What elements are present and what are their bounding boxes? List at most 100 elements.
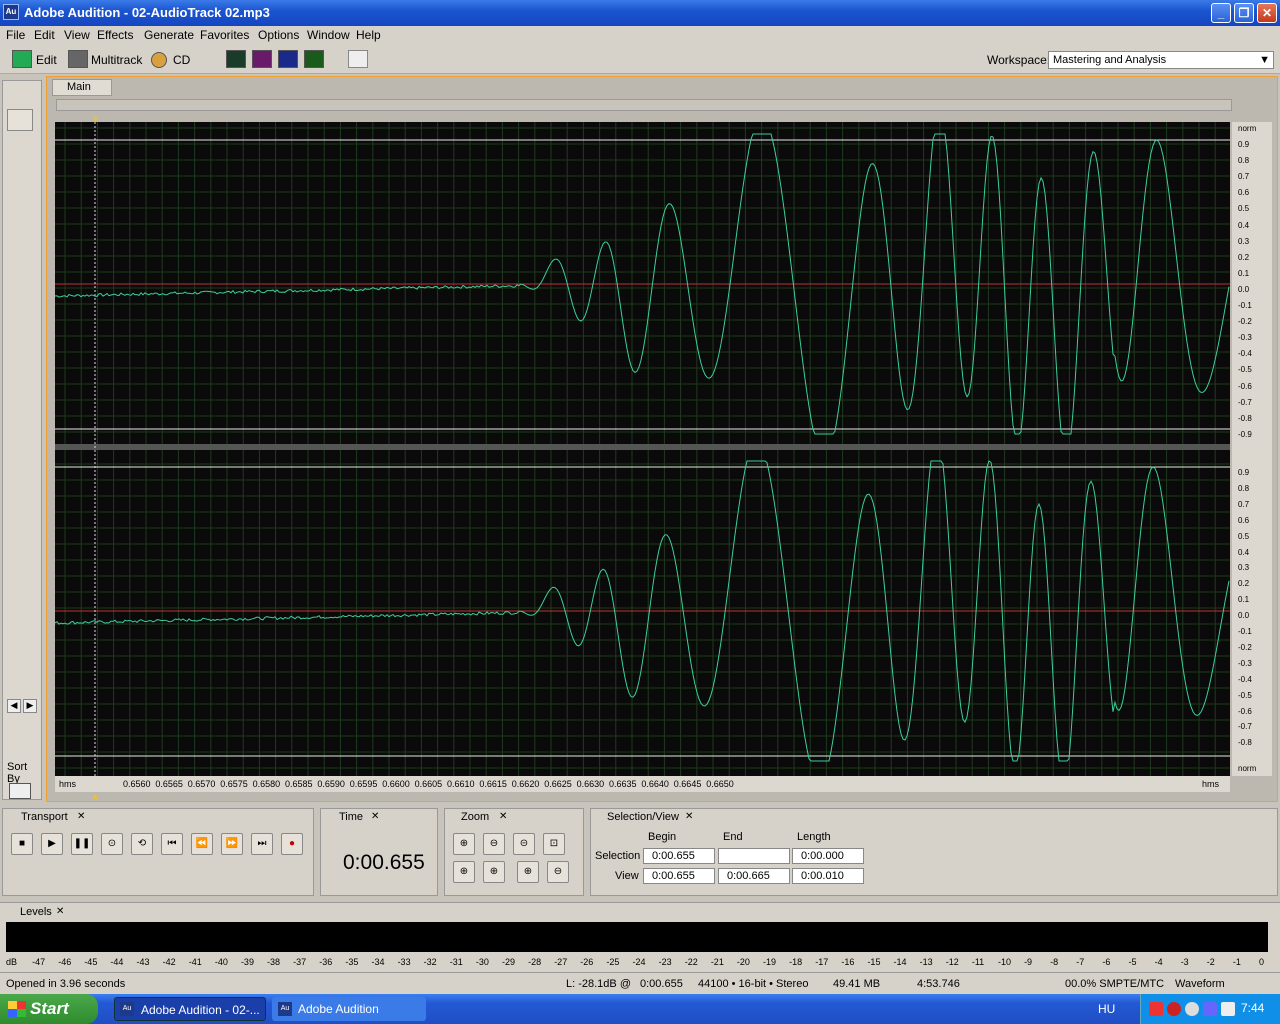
tab-zoom[interactable]: Zoom	[461, 809, 489, 825]
tab-levels[interactable]: Levels	[20, 906, 52, 918]
go-to-end-button[interactable]: ⏭	[251, 833, 273, 855]
spectral-pan-icon[interactable]	[278, 50, 298, 68]
close-icon[interactable]: ✕	[56, 906, 64, 917]
zoom-to-selection-icon[interactable]: ⊡	[543, 833, 565, 855]
tab-transport[interactable]: Transport	[21, 809, 68, 825]
workspace-dropdown[interactable]: Mastering and Analysis ▼	[1048, 51, 1274, 69]
workspace-value: Mastering and Analysis	[1053, 54, 1167, 66]
playhead-marker-bottom[interactable]: ▲	[91, 791, 100, 801]
time-selection-tool-icon[interactable]	[348, 50, 368, 68]
go-to-beginning-button[interactable]: ⏮	[161, 833, 183, 855]
level-tick-label: -17	[815, 957, 829, 967]
waveform-display-icon[interactable]	[226, 50, 246, 68]
level-tick-label: -46	[58, 957, 72, 967]
multitrack-icon[interactable]	[68, 50, 88, 68]
cd-view-button[interactable]: CD	[173, 50, 190, 70]
spectral-phase-icon[interactable]	[304, 50, 324, 68]
menu-generate[interactable]: Generate	[144, 28, 194, 42]
minimize-button[interactable]: _	[1211, 3, 1231, 23]
menu-favorites[interactable]: Favorites	[200, 28, 249, 42]
level-tick-label: -35	[345, 957, 359, 967]
tray-antivirus-icon[interactable]	[1167, 1002, 1181, 1016]
menu-help[interactable]: Help	[356, 28, 381, 42]
close-icon[interactable]: ✕	[499, 809, 507, 825]
menu-options[interactable]: Options	[258, 28, 299, 42]
norm-label-bottom: norm	[1238, 764, 1257, 773]
zoom-in-horizontal-icon[interactable]: ⊕	[453, 833, 475, 855]
amplitude-tick-label: 0.8	[1238, 156, 1250, 166]
zoom-in-vertical-icon[interactable]: ⊕	[517, 861, 539, 883]
audition-icon: Au	[120, 1002, 134, 1016]
selection-end-field[interactable]	[718, 848, 790, 864]
zoom-right-edge-icon[interactable]: ⊕	[483, 861, 505, 883]
edit-view-button[interactable]: Edit	[36, 50, 57, 70]
level-tick-label: -15	[867, 957, 881, 967]
task-audition[interactable]: Adobe Audition	[272, 997, 426, 1021]
zoom-out-full-icon[interactable]: ⊝	[513, 833, 535, 855]
multitrack-view-button[interactable]: Multitrack	[91, 50, 142, 70]
zoom-left-edge-icon[interactable]: ⊕	[453, 861, 475, 883]
chevron-right-icon[interactable]: ▶	[23, 699, 37, 713]
transport-panel: Transport ✕ ■ ▶ ❚❚ ⊙ ⟲ ⏮ ⏪ ⏩ ⏭ ●	[2, 808, 314, 896]
level-tick-label: -45	[84, 957, 98, 967]
panel-options-icon[interactable]	[9, 783, 31, 799]
status-position: 0:00.655	[640, 978, 683, 990]
close-button[interactable]: ✕	[1257, 3, 1277, 23]
tray-network-icon[interactable]	[1149, 1002, 1163, 1016]
time-display: 0:00.655	[343, 851, 425, 874]
menu-edit[interactable]: Edit	[34, 28, 55, 42]
time-tick-label: 0.6570	[187, 779, 216, 789]
waveform-display[interactable]	[54, 122, 1230, 776]
time-tick-label: 0.6640	[641, 779, 669, 789]
tab-main[interactable]: Main	[52, 79, 112, 96]
view-end-field[interactable]: 0:00.665	[718, 868, 790, 884]
menu-effects[interactable]: Effects	[97, 28, 133, 42]
tab-selection-view[interactable]: Selection/View	[607, 809, 679, 825]
zoom-out-vertical-icon[interactable]: ⊖	[547, 861, 569, 883]
edit-view-icon[interactable]	[12, 50, 32, 68]
level-tick-label: -34	[371, 957, 385, 967]
play-from-cursor-button[interactable]: ⊙	[101, 833, 123, 855]
stop-button[interactable]: ■	[11, 833, 33, 855]
zoom-out-horizontal-icon[interactable]: ⊖	[483, 833, 505, 855]
system-tray: 7:44	[1140, 994, 1280, 1024]
amplitude-tick-label: 0.7	[1238, 172, 1250, 182]
close-icon[interactable]: ✕	[685, 809, 693, 825]
window-title: Adobe Audition - 02-AudioTrack 02.mp3	[24, 5, 270, 20]
view-begin-field[interactable]: 0:00.655	[643, 868, 715, 884]
task-audition-file[interactable]: Adobe Audition - 02-...	[114, 997, 266, 1021]
rewind-button[interactable]: ⏪	[191, 833, 213, 855]
selection-begin-field[interactable]: 0:00.655	[643, 848, 715, 864]
chevron-left-icon[interactable]: ◀	[7, 699, 21, 713]
tab-time[interactable]: Time	[339, 809, 363, 825]
maximize-button[interactable]: ❐	[1234, 3, 1254, 23]
menu-view[interactable]: View	[64, 28, 90, 42]
zoom-panel: Zoom ✕ ⊕ ⊖ ⊝ ⊡ ⊕ ⊕ ⊕ ⊖	[444, 808, 584, 896]
menu-window[interactable]: Window	[307, 28, 350, 42]
cd-icon[interactable]	[151, 52, 167, 68]
view-length-field[interactable]: 0:00.010	[792, 868, 864, 884]
selection-length-field[interactable]: 0:00.000	[792, 848, 864, 864]
marquee-tool-icon[interactable]	[374, 50, 394, 68]
loop-button[interactable]: ⟲	[131, 833, 153, 855]
status-smpte: 00.0% SMPTE/MTC	[1065, 978, 1165, 990]
tray-volume-icon[interactable]	[1221, 1002, 1235, 1016]
menu-file[interactable]: File	[6, 28, 25, 42]
norm-label-top: norm	[1238, 124, 1257, 133]
tray-security-icon[interactable]	[1185, 1002, 1199, 1016]
close-icon[interactable]: ✕	[77, 809, 85, 825]
time-tick-label: 0.6605	[414, 779, 443, 789]
files-panel-icon[interactable]	[7, 109, 33, 131]
play-button[interactable]: ▶	[41, 833, 63, 855]
tray-app-icon[interactable]	[1203, 1002, 1217, 1016]
language-indicator[interactable]: HU	[1098, 1002, 1115, 1016]
amplitude-tick-label: -0.5	[1238, 365, 1252, 375]
fast-forward-button[interactable]: ⏩	[221, 833, 243, 855]
time-tick-label: 0.6610	[447, 779, 475, 789]
time-tick-label: 0.6625	[544, 779, 572, 789]
close-icon[interactable]: ✕	[371, 809, 379, 825]
pause-button[interactable]: ❚❚	[71, 833, 93, 855]
record-button[interactable]: ●	[281, 833, 303, 855]
overview-bar[interactable]	[56, 99, 1232, 111]
spectral-frequency-icon[interactable]	[252, 50, 272, 68]
